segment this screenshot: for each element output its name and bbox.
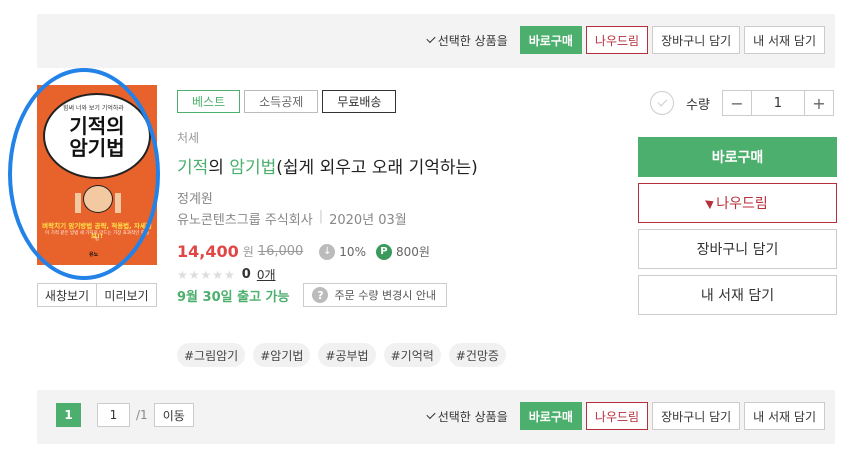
annotation-circle bbox=[8, 68, 160, 280]
product-category: 처세 bbox=[177, 131, 200, 145]
bottom-action-bar: 1 1 /1 이동 선택한 상품을 바로구매 나우드림 장바구니 담기 내 서재… bbox=[37, 390, 835, 444]
title-mid: 의 bbox=[208, 158, 230, 178]
top-add-cart-button[interactable]: 장바구니 담기 bbox=[652, 26, 741, 54]
gift-button[interactable]: 나우드림 bbox=[638, 183, 837, 223]
top-action-bar: 선택한 상품을 바로구매 나우드림 장바구니 담기 내 서재 담기 bbox=[37, 14, 835, 68]
review-count: 0 bbox=[241, 267, 251, 282]
bottom-buy-now-button[interactable]: 바로구매 bbox=[519, 402, 582, 430]
gift-label: 나우드림 bbox=[716, 196, 768, 212]
go-page-button[interactable]: 이동 bbox=[153, 403, 194, 427]
title-highlight-2: 암기법 bbox=[229, 158, 277, 178]
publisher-name[interactable]: 유노콘텐츠그룹 주식회사 bbox=[177, 209, 313, 228]
check-icon bbox=[426, 409, 436, 420]
select-all-toggle[interactable]: 선택한 상품을 bbox=[426, 408, 508, 425]
title-rest: (쉽게 외우고 오래 기억하는) bbox=[276, 158, 478, 178]
cover-view-buttons: 새창보기 미리보기 bbox=[37, 283, 157, 307]
rating-stars-icon: ★★★★★ bbox=[177, 267, 236, 282]
top-bar-actions: 선택한 상품을 바로구매 나우드림 장바구니 담기 내 서재 담기 bbox=[426, 26, 825, 54]
sale-price: 14,400 bbox=[177, 242, 239, 261]
side-action-buttons: 바로구매 나우드림 장바구니 담기 내 서재 담기 bbox=[638, 137, 837, 315]
buy-now-button[interactable]: 바로구매 bbox=[638, 137, 837, 177]
tag-item[interactable]: #암기법 bbox=[253, 343, 311, 367]
page-input[interactable]: 1 bbox=[97, 403, 130, 427]
top-add-shelf-button[interactable]: 내 서재 담기 bbox=[744, 26, 825, 54]
bottom-gift-button[interactable]: 나우드림 bbox=[585, 402, 649, 430]
divider: | bbox=[318, 209, 324, 224]
points-value: 800원 bbox=[395, 245, 430, 259]
bottom-add-cart-button[interactable]: 장바구니 담기 bbox=[652, 402, 741, 430]
new-window-button[interactable]: 새창보기 bbox=[37, 283, 97, 307]
top-buy-now-button[interactable]: 바로구매 bbox=[519, 26, 582, 54]
price-unit: 원 bbox=[242, 245, 254, 259]
share-arrow-icon bbox=[705, 196, 717, 210]
bottom-add-shelf-button[interactable]: 내 서재 담기 bbox=[744, 402, 825, 430]
title-highlight-1: 기적 bbox=[177, 158, 209, 178]
review-link[interactable]: 0개 bbox=[257, 266, 276, 283]
quantity-row: 수량 − 1 + bbox=[650, 90, 834, 116]
check-icon bbox=[657, 96, 667, 107]
check-icon bbox=[426, 33, 436, 44]
preview-button[interactable]: 미리보기 bbox=[97, 283, 157, 307]
select-all-toggle[interactable]: 선택한 상품을 bbox=[426, 32, 508, 49]
select-label: 선택한 상품을 bbox=[437, 409, 508, 424]
tag-item[interactable]: #그림암기 bbox=[177, 343, 246, 367]
badge-best: 베스트 bbox=[177, 90, 241, 113]
select-label: 선택한 상품을 bbox=[437, 33, 508, 48]
tag-item[interactable]: #기억력 bbox=[383, 343, 441, 367]
product-badges: 베스트 소득공제 무료배송 bbox=[177, 90, 397, 113]
tag-item[interactable]: #공부법 bbox=[318, 343, 376, 367]
pagination: 1 1 /1 이동 bbox=[56, 403, 194, 427]
discount-rate: 10% bbox=[339, 244, 366, 259]
tag-item[interactable]: #건망증 bbox=[448, 343, 506, 367]
shipping-row: 9월 30일 출고 가능 ? 주문 수량 변경시 안내 bbox=[177, 283, 448, 307]
top-gift-button[interactable]: 나우드림 bbox=[585, 26, 649, 54]
product-title[interactable]: 기적의 암기법(쉽게 외우고 오래 기억하는) bbox=[177, 153, 478, 178]
publish-date: 2020년 03월 bbox=[329, 213, 407, 228]
tag-list: #그림암기 #암기법 #공부법 #기억력 #건망증 bbox=[177, 343, 506, 367]
badge-tax-deduction: 소득공제 bbox=[244, 90, 319, 113]
add-shelf-button[interactable]: 내 서재 담기 bbox=[638, 275, 837, 315]
discount-icon: ↓ bbox=[319, 243, 336, 260]
item-select-checkbox[interactable] bbox=[650, 91, 674, 115]
quantity-stepper: − 1 + bbox=[721, 90, 834, 116]
bottom-bar-actions: 선택한 상품을 바로구매 나우드림 장바구니 담기 내 서재 담기 bbox=[426, 402, 825, 430]
total-pages: /1 bbox=[136, 408, 148, 422]
notice-label: 주문 수량 변경시 안내 bbox=[334, 289, 437, 302]
product-publisher-row: 유노콘텐츠그룹 주식회사 | 2020년 03월 bbox=[177, 209, 407, 228]
price-row: 14,400 원 16,000 ↓ 10% P 800원 bbox=[177, 242, 430, 261]
badge-free-shipping: 무료배송 bbox=[322, 90, 397, 113]
product-author[interactable]: 정계원 bbox=[177, 188, 213, 207]
quantity-label: 수량 bbox=[686, 97, 710, 113]
question-icon: ? bbox=[312, 287, 329, 303]
shipping-date: 9월 30일 출고 가능 bbox=[177, 289, 290, 305]
current-page[interactable]: 1 bbox=[56, 403, 81, 427]
quantity-minus-button[interactable]: − bbox=[722, 91, 751, 115]
order-change-notice-button[interactable]: ? 주문 수량 변경시 안내 bbox=[303, 283, 448, 307]
add-cart-button[interactable]: 장바구니 담기 bbox=[638, 229, 837, 269]
original-price: 16,000 bbox=[257, 244, 304, 259]
points-icon: P bbox=[375, 243, 392, 260]
rating-row: ★★★★★ 0 0개 bbox=[177, 266, 276, 283]
quantity-input[interactable]: 1 bbox=[750, 91, 805, 115]
quantity-plus-button[interactable]: + bbox=[804, 91, 833, 115]
